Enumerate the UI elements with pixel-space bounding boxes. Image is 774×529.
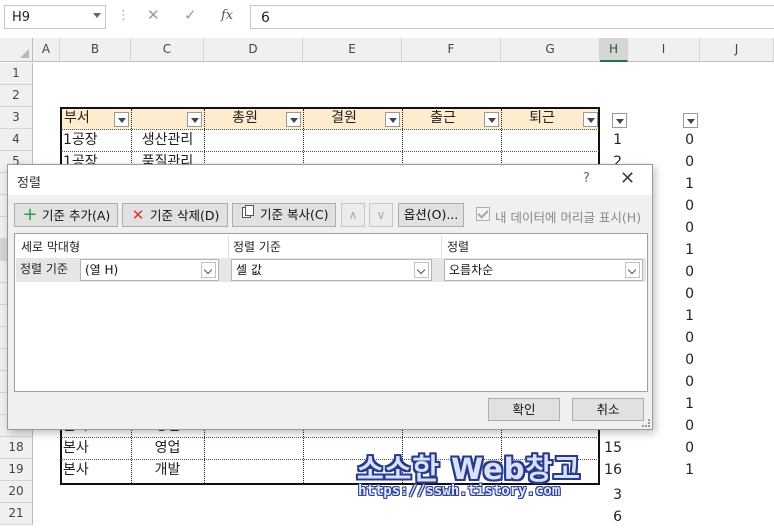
cell-i18[interactable]: 0 xyxy=(628,437,700,459)
cell-h18[interactable]: 15 xyxy=(600,437,628,459)
header-divider xyxy=(228,236,229,258)
name-box-value: H9 xyxy=(12,10,31,25)
sort-dialog: 정렬 ? ✕ + 기준 추가(A) ✕ 기준 삭제(D) 기준 복사(C) ∧ ∨ … xyxy=(7,164,653,430)
table-header-checkout: 퇴근 xyxy=(529,110,555,126)
dialog-title: 정렬 xyxy=(17,176,41,191)
column-header-h[interactable]: H xyxy=(600,38,628,62)
chevron-down-icon[interactable] xyxy=(414,262,429,278)
column-select[interactable]: (열 H) xyxy=(80,259,219,281)
sort-level-label: 정렬 기준 xyxy=(20,262,68,276)
row-header-21[interactable]: 21 xyxy=(0,503,33,525)
sort-levels-list: 세로 막대형 정렬 기준 정렬 정렬 기준 (열 H) 셀 값 오름차순 xyxy=(14,233,648,392)
copy-level-label: 기준 복사(C) xyxy=(260,207,329,222)
column-header-i[interactable]: I xyxy=(628,38,700,62)
copy-level-button[interactable]: 기준 복사(C) xyxy=(232,203,336,227)
column-header-d[interactable]: D xyxy=(204,38,303,62)
plus-icon: + xyxy=(22,204,38,225)
filter-dropdown-icon[interactable] xyxy=(484,112,499,127)
cell-c18[interactable]: 영업 xyxy=(131,437,204,459)
formula-value: 6 xyxy=(261,10,270,26)
cell-c4[interactable]: 생산관리 xyxy=(131,129,204,151)
cancel-icon[interactable]: ✕ xyxy=(147,6,160,24)
chevron-down-icon[interactable] xyxy=(625,262,640,278)
row-header-2[interactable]: 2 xyxy=(0,85,33,107)
cell-c19[interactable]: 개발 xyxy=(131,459,204,481)
cell-b4[interactable]: 1공장 xyxy=(63,129,129,151)
formula-input[interactable]: 6 xyxy=(250,5,774,29)
select-all-corner[interactable] xyxy=(0,38,33,62)
row-header-19[interactable]: 19 xyxy=(0,459,33,481)
add-level-label: 기준 추가(A) xyxy=(42,208,111,223)
order-select[interactable]: 오름차순 xyxy=(444,259,643,281)
cell-b19[interactable]: 본사 xyxy=(63,459,129,481)
dialog-titlebar[interactable]: 정렬 ? ✕ xyxy=(8,165,652,195)
row-header-20[interactable]: 20 xyxy=(0,481,33,503)
table-header-checkin: 출근 xyxy=(430,110,456,126)
table-header-c xyxy=(133,107,183,129)
watermark-url: https://sswh.tistory.com xyxy=(358,483,561,499)
cell-h21[interactable]: 6 xyxy=(600,506,628,528)
help-icon[interactable]: ? xyxy=(583,171,590,186)
move-down-button[interactable]: ∨ xyxy=(369,203,393,227)
cell-h19[interactable]: 16 xyxy=(600,459,628,481)
order-header-label: 정렬 xyxy=(447,240,470,254)
headers-checkbox-label: 내 데이터에 머리글 표시(H) xyxy=(495,210,642,225)
formula-bar: H9 ⋮ ✕ ✓ fx 6 xyxy=(0,0,774,36)
column-header-e[interactable]: E xyxy=(303,38,402,62)
filter-dropdown-icon[interactable] xyxy=(683,113,698,128)
delete-x-icon: ✕ xyxy=(131,206,145,224)
name-box[interactable]: H9 xyxy=(4,5,106,29)
row-header-1[interactable]: 1 xyxy=(0,63,33,85)
filter-dropdown-icon[interactable] xyxy=(286,112,301,127)
filter-dropdown-icon[interactable] xyxy=(114,112,129,127)
chevron-down-icon[interactable] xyxy=(201,262,216,278)
name-box-dropdown-icon[interactable] xyxy=(93,13,101,18)
headers-checkbox[interactable] xyxy=(476,207,490,221)
enter-icon[interactable]: ✓ xyxy=(184,6,197,24)
move-up-button[interactable]: ∧ xyxy=(341,203,365,227)
cell-i4[interactable]: 0 xyxy=(628,129,700,151)
column-header-label: 세로 막대형 xyxy=(21,240,81,254)
sort-on-select[interactable]: 셀 값 xyxy=(231,259,432,281)
row-header-18[interactable]: 18 xyxy=(0,437,33,459)
resize-grip-icon[interactable] xyxy=(642,419,650,427)
cell-h20[interactable]: 3 xyxy=(600,484,628,506)
row-header-4[interactable]: 4 xyxy=(0,129,33,151)
column-header-c[interactable]: C xyxy=(131,38,204,62)
delete-level-button[interactable]: ✕ 기준 삭제(D) xyxy=(122,203,228,227)
cell-b18[interactable]: 본사 xyxy=(63,437,129,459)
cell-h4[interactable]: 1 xyxy=(600,129,628,151)
table-header-total: 총원 xyxy=(232,110,258,126)
copy-icon xyxy=(239,204,257,226)
delete-level-label: 기준 삭제(D) xyxy=(150,208,220,223)
table-header-dept: 부서 xyxy=(64,110,90,126)
row-header-3[interactable]: 3 xyxy=(0,107,33,129)
watermark-title: 소소한 Web창고 xyxy=(357,452,581,486)
add-level-button[interactable]: + 기준 추가(A) xyxy=(14,203,118,227)
column-header-f[interactable]: F xyxy=(402,38,501,62)
table-header-vacancy: 결원 xyxy=(331,110,357,126)
filter-dropdown-icon[interactable] xyxy=(385,112,400,127)
filter-dropdown-icon[interactable] xyxy=(583,112,598,127)
filter-dropdown-icon[interactable] xyxy=(187,112,202,127)
cancel-button[interactable]: 취소 xyxy=(572,398,644,421)
options-button[interactable]: 옵션(O)... xyxy=(398,203,464,227)
order-select-value: 오름차순 xyxy=(449,263,494,277)
sort-on-select-value: 셀 값 xyxy=(236,263,262,277)
ok-button[interactable]: 확인 xyxy=(488,398,560,421)
column-select-value: (열 H) xyxy=(85,263,119,277)
column-header-j[interactable]: J xyxy=(700,38,774,62)
column-header-b[interactable]: B xyxy=(60,38,131,62)
cell-i19[interactable]: 1 xyxy=(628,459,700,481)
filter-dropdown-icon[interactable] xyxy=(612,113,627,128)
column-header-g[interactable]: G xyxy=(501,38,600,62)
close-icon[interactable]: ✕ xyxy=(620,168,635,189)
column-header-a[interactable]: A xyxy=(33,38,60,62)
header-divider xyxy=(441,236,442,258)
insert-function-icon[interactable]: fx xyxy=(221,8,233,23)
formula-bar-splitter[interactable]: ⋮ xyxy=(117,8,130,24)
sort-on-header-label: 정렬 기준 xyxy=(233,240,281,254)
